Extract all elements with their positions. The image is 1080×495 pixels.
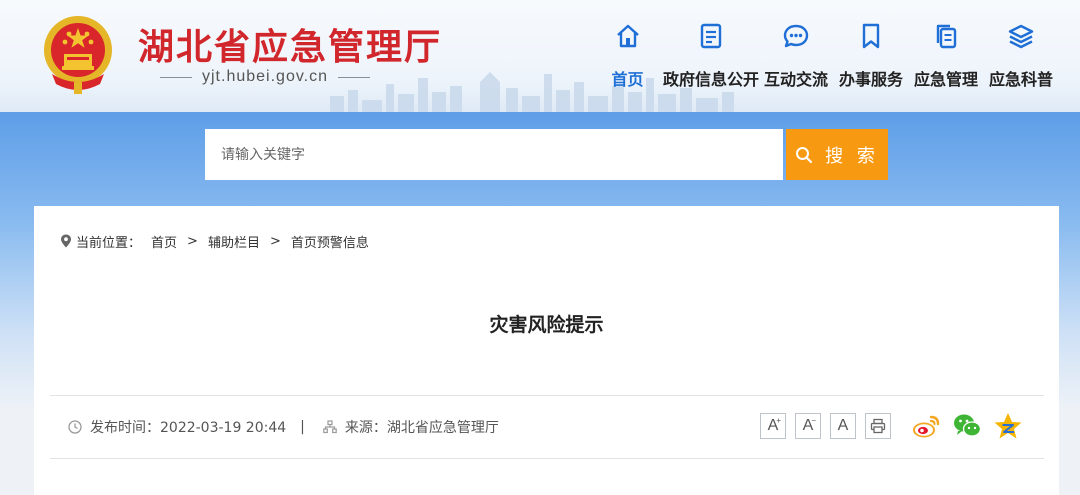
nav-item-interaction[interactable]: 互动交流 xyxy=(763,22,829,92)
search-input[interactable] xyxy=(205,129,783,180)
article-title: 灾害风险提示 xyxy=(489,314,604,336)
publish-time: 发布时间：2022-03-19 20:44 xyxy=(90,420,287,436)
divider xyxy=(160,76,192,78)
meta-divider: | xyxy=(300,419,305,435)
sitemap-icon xyxy=(323,420,337,434)
copy-icon xyxy=(936,24,957,49)
article-meta: 发布时间：2022-03-19 20:44 | 来源：湖北省应急管理厅 xyxy=(68,418,499,436)
wechat-icon[interactable] xyxy=(952,411,982,441)
site-title[interactable]: 湖北省应急管理厅 xyxy=(138,18,442,70)
nav-item-label: 政府信息公开 xyxy=(663,70,760,89)
site-header: 湖北省应急管理厅 yjt.hubei.gov.cn 首页 政府信息公开 互动交流… xyxy=(0,0,1080,112)
breadcrumb: 当前位置： 首页 > 辅助栏目 > 首页预警信息 xyxy=(60,232,369,251)
weibo-icon[interactable] xyxy=(911,411,941,441)
search-icon xyxy=(796,146,813,163)
home-icon xyxy=(616,24,639,48)
bookmark-icon xyxy=(862,23,880,49)
print-button[interactable] xyxy=(865,413,891,439)
document-icon xyxy=(700,23,722,49)
divider xyxy=(338,76,370,78)
font-smaller-button[interactable]: A − xyxy=(795,413,821,439)
breadcrumb-warning-link[interactable]: 首页预警信息 xyxy=(291,232,369,251)
qzone-icon[interactable] xyxy=(993,411,1023,441)
location-pin-icon xyxy=(61,234,71,248)
nav-item-emergency-mgmt[interactable]: 应急管理 xyxy=(913,22,979,92)
font-larger-button[interactable]: A + xyxy=(760,413,786,439)
site-domain: yjt.hubei.gov.cn xyxy=(160,67,370,87)
nav-item-home[interactable]: 首页 xyxy=(600,22,655,92)
breadcrumb-separator: > xyxy=(269,233,281,249)
site-domain-text: yjt.hubei.gov.cn xyxy=(202,68,328,85)
clock-icon xyxy=(68,420,82,434)
national-emblem-icon xyxy=(44,16,112,94)
nav-item-label: 互动交流 xyxy=(763,70,828,89)
breadcrumb-auxiliary-link[interactable]: 辅助栏目 xyxy=(208,232,260,251)
nav-item-label: 应急科普 xyxy=(988,70,1053,89)
nav-item-services[interactable]: 办事服务 xyxy=(838,22,904,92)
chat-bubble-icon xyxy=(783,24,809,48)
nav-item-label: 首页 xyxy=(611,70,644,89)
printer-icon xyxy=(870,418,886,434)
article-source: 来源：湖北省应急管理厅 xyxy=(344,420,499,436)
font-default-button[interactable]: A xyxy=(830,413,856,439)
nav-item-gov-info[interactable]: 政府信息公开 xyxy=(663,22,759,92)
article-card: 当前位置： 首页 > 辅助栏目 > 首页预警信息 灾害风险提示 发布时间：202… xyxy=(34,206,1059,495)
divider xyxy=(50,395,1044,396)
divider xyxy=(50,458,1044,459)
nav-item-label: 应急管理 xyxy=(913,70,978,89)
breadcrumb-prefix: 当前位置： xyxy=(76,235,142,251)
search-button[interactable]: 搜 索 xyxy=(786,129,888,180)
nav-item-science[interactable]: 应急科普 xyxy=(988,22,1054,92)
article-tools: A + A − A xyxy=(760,412,1023,440)
search-button-label: 搜 索 xyxy=(825,145,879,167)
breadcrumb-separator: > xyxy=(187,233,198,249)
layers-icon xyxy=(1008,24,1034,49)
nav-item-label: 办事服务 xyxy=(838,70,903,89)
breadcrumb-home-link[interactable]: 首页 xyxy=(151,232,177,251)
